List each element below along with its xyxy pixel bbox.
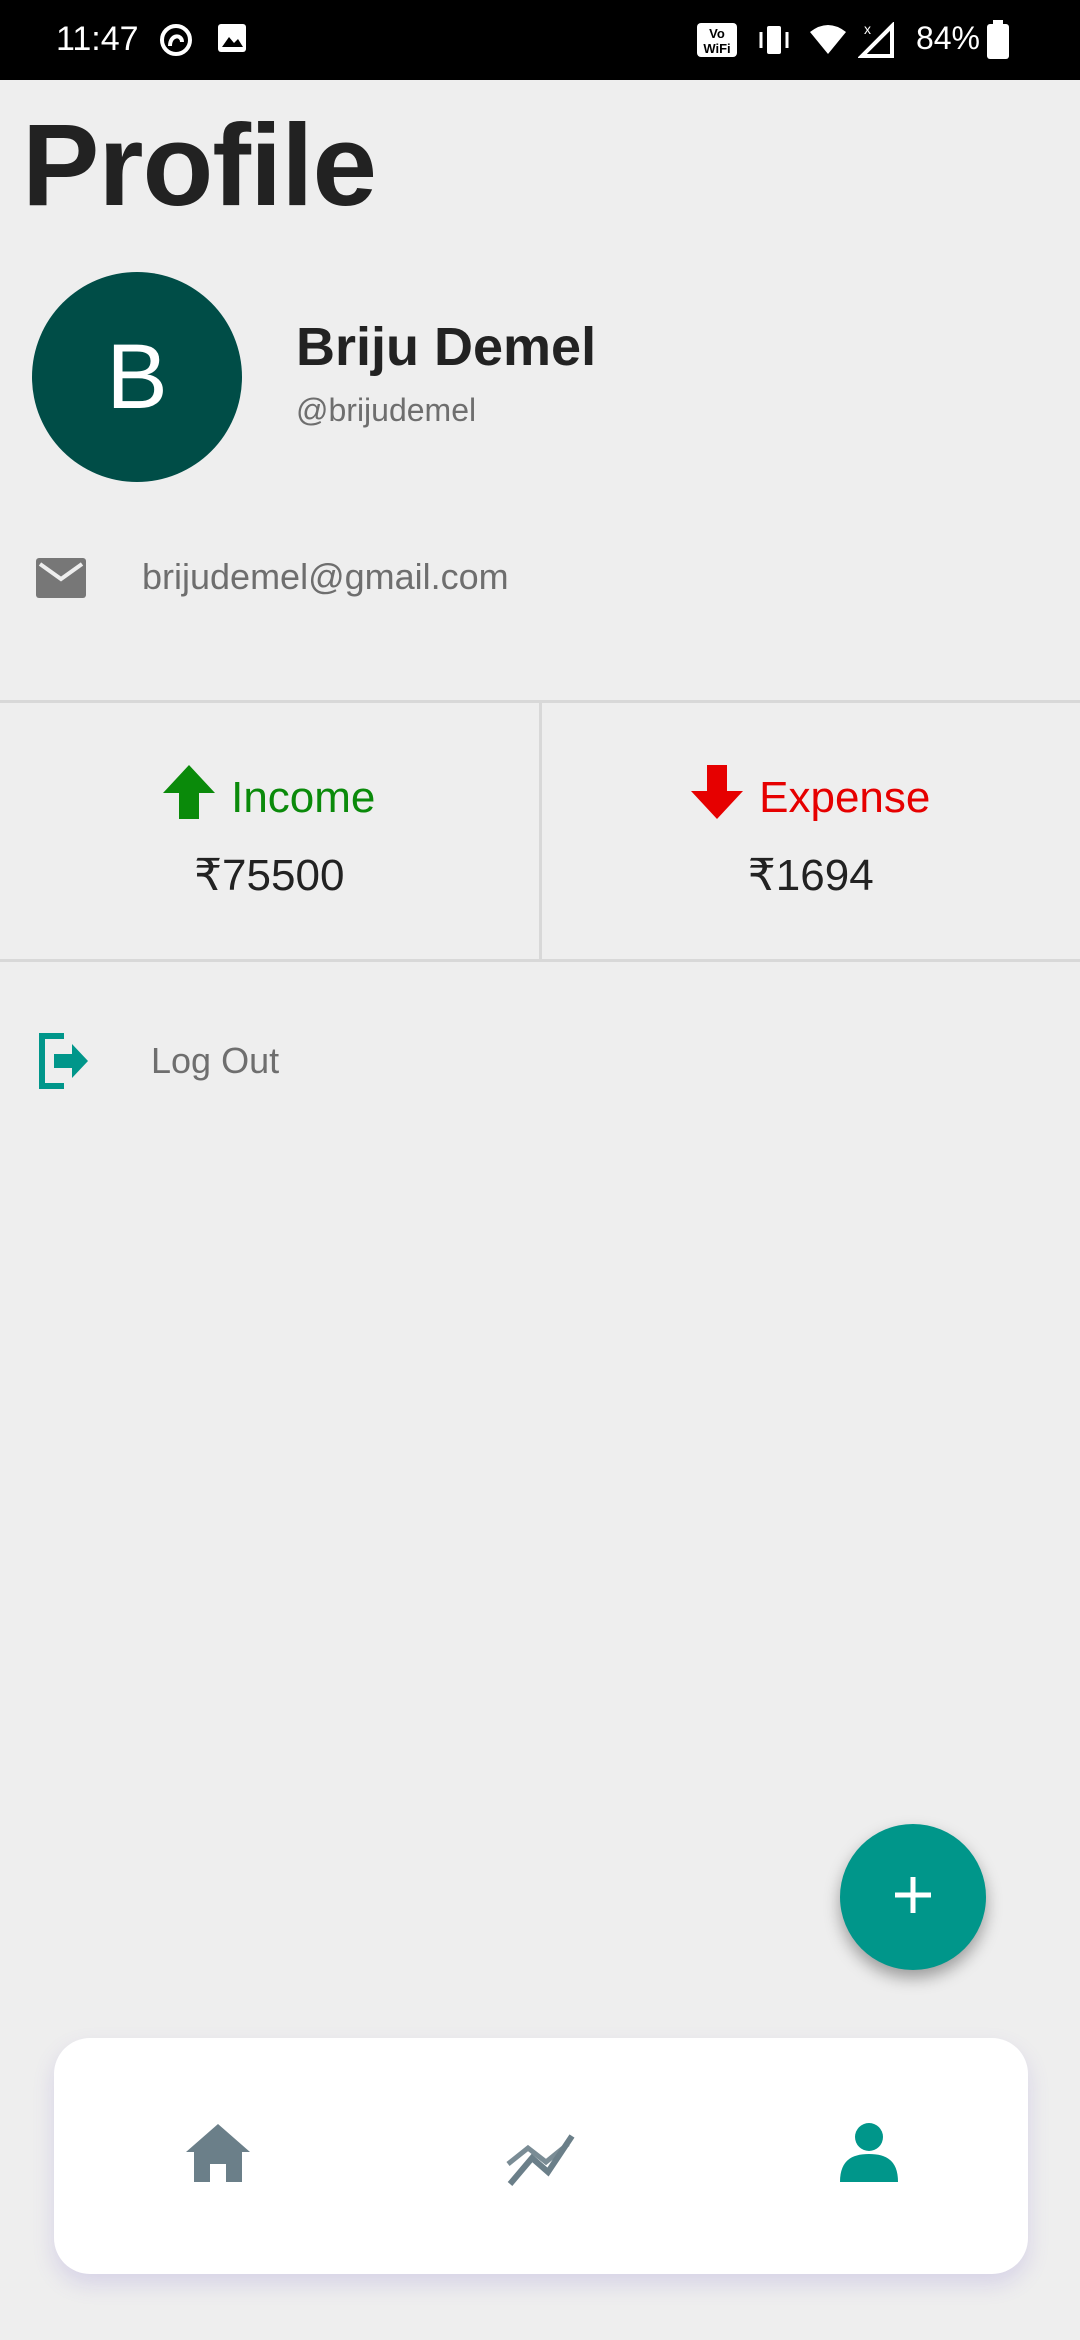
arrow-down-icon (691, 765, 744, 830)
sync-icon (158, 22, 194, 63)
logout-button[interactable]: Log Out (0, 1020, 1080, 1100)
battery-icon (986, 20, 1010, 65)
avatar[interactable]: B (32, 272, 242, 482)
nav-home[interactable] (186, 2124, 250, 2187)
image-icon (216, 22, 248, 59)
income-value: ₹75500 (194, 851, 345, 900)
expense-label-row: Expense (691, 765, 930, 830)
svg-text:x: x (864, 22, 871, 37)
vibrate-icon (756, 22, 792, 63)
expense-value: ₹1694 (747, 851, 874, 900)
status-bar: 11:47 Vo WiFi x 84% (0, 0, 1080, 80)
nav-profile[interactable] (840, 2122, 898, 2187)
avatar-initial: B (106, 325, 168, 428)
page-title: Profile (22, 100, 377, 230)
bottom-nav (54, 2038, 1028, 2274)
email-text: brijudemel@gmail.com (142, 556, 509, 597)
logout-label: Log Out (151, 1040, 280, 1081)
user-name: Briju Demel (296, 317, 597, 377)
svg-text:WiFi: WiFi (703, 41, 730, 56)
income-label-row: Income (163, 765, 375, 830)
person-icon (840, 2123, 898, 2186)
income-card[interactable]: Income ₹75500 (0, 703, 539, 959)
nav-stats[interactable] (506, 2130, 576, 2191)
logout-icon (36, 1032, 92, 1095)
vowifi-icon: Vo WiFi (696, 22, 738, 63)
signal-icon: x (857, 21, 898, 65)
battery-percent: 84% (915, 20, 980, 56)
expense-label: Expense (759, 772, 931, 822)
wifi-icon (808, 22, 848, 63)
arrow-up-icon (163, 765, 216, 830)
profile-screen: 11:47 Vo WiFi x 84% Profile B Briju Demel… (0, 0, 1080, 2340)
add-transaction-button[interactable] (840, 1824, 986, 1970)
income-label: Income (231, 772, 376, 822)
expense-card[interactable]: Expense ₹1694 (538, 703, 1080, 959)
trend-icon (506, 2134, 576, 2190)
user-handle: @brijudemel (296, 392, 477, 428)
home-icon (186, 2124, 250, 2186)
email-icon (36, 556, 86, 605)
svg-text:Vo: Vo (709, 26, 725, 41)
plus-icon (893, 1875, 933, 1920)
status-time: 11:47 (56, 20, 139, 58)
stats-panel: Income ₹75500 Expense ₹1694 (0, 700, 1080, 962)
